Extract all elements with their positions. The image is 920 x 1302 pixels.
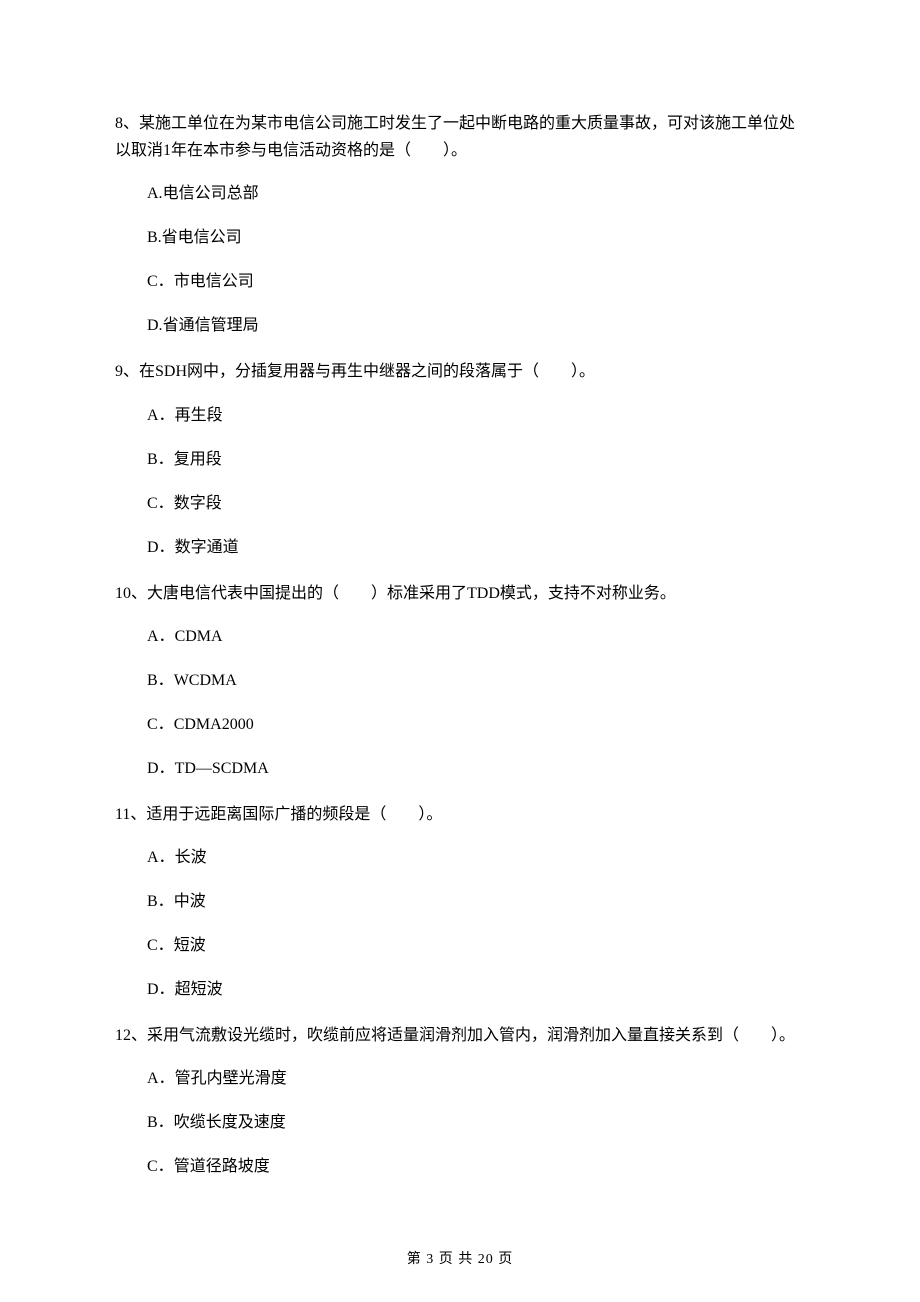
option-text: 省电信公司 xyxy=(162,229,242,246)
option-label: A． xyxy=(147,849,175,866)
option-label: B. xyxy=(147,229,162,246)
question-body: 适用于远距离国际广播的频段是（ ）。 xyxy=(146,806,442,823)
option-b: B．吹缆长度及速度 xyxy=(147,1111,805,1135)
option-label: D． xyxy=(147,539,175,556)
question-body: 采用气流敷设光缆时，吹缆前应将适量润滑剂加入管内，润滑剂加入量直接关系到（ ）。 xyxy=(147,1027,795,1044)
option-c: C．短波 xyxy=(147,934,805,958)
option-label: C． xyxy=(147,495,174,512)
option-b: B．复用段 xyxy=(147,448,805,472)
option-text: 短波 xyxy=(174,937,206,954)
option-d: D.省通信管理局 xyxy=(147,314,805,338)
option-text: 数字通道 xyxy=(175,539,239,556)
option-text: 市电信公司 xyxy=(174,273,254,290)
option-b: B．WCDMA xyxy=(147,669,805,693)
question-body: 在SDH网中，分插复用器与再生中继器之间的段落属于（ ）。 xyxy=(139,363,595,380)
option-c: C．市电信公司 xyxy=(147,270,805,294)
option-text: 吹缆长度及速度 xyxy=(174,1114,286,1131)
option-label: B． xyxy=(147,893,174,910)
option-label: B． xyxy=(147,1114,174,1131)
option-text: 再生段 xyxy=(175,407,223,424)
option-text: 长波 xyxy=(175,849,207,866)
question-text: 12、采用气流敷设光缆时，吹缆前应将适量润滑剂加入管内，润滑剂加入量直接关系到（… xyxy=(115,1022,805,1049)
option-c: C．CDMA2000 xyxy=(147,713,805,737)
option-label: C． xyxy=(147,273,174,290)
option-c: C．管道径路坡度 xyxy=(147,1155,805,1179)
option-label: B． xyxy=(147,451,174,468)
question-number: 8、 xyxy=(115,115,139,132)
question-body: 某施工单位在为某市电信公司施工时发生了一起中断电路的重大质量事故，可对该施工单位… xyxy=(115,115,795,159)
option-d: D．数字通道 xyxy=(147,536,805,560)
option-text: CDMA xyxy=(175,628,223,645)
option-label: A． xyxy=(147,628,175,645)
question-text: 9、在SDH网中，分插复用器与再生中继器之间的段落属于（ ）。 xyxy=(115,358,805,385)
question-number: 9、 xyxy=(115,363,139,380)
question-text: 11、适用于远距离国际广播的频段是（ ）。 xyxy=(115,801,805,828)
question-number: 10、 xyxy=(115,585,147,602)
question-9: 9、在SDH网中，分插复用器与再生中继器之间的段落属于（ ）。 A．再生段 B．… xyxy=(115,358,805,559)
question-10: 10、大唐电信代表中国提出的（ ）标准采用了TDD模式，支持不对称业务。 A．C… xyxy=(115,580,805,781)
option-text: 数字段 xyxy=(174,495,222,512)
question-text: 8、某施工单位在为某市电信公司施工时发生了一起中断电路的重大质量事故，可对该施工… xyxy=(115,110,805,164)
option-text: CDMA2000 xyxy=(174,716,254,733)
option-a: A．长波 xyxy=(147,846,805,870)
option-text: 管孔内壁光滑度 xyxy=(175,1070,287,1087)
option-text: 电信公司总部 xyxy=(163,185,259,202)
option-label: A. xyxy=(147,185,163,202)
option-label: B． xyxy=(147,672,174,689)
option-label: C． xyxy=(147,1158,174,1175)
option-a: A．再生段 xyxy=(147,404,805,428)
option-text: 省通信管理局 xyxy=(163,317,259,334)
option-text: 超短波 xyxy=(175,981,223,998)
option-text: 复用段 xyxy=(174,451,222,468)
option-text: TD—SCDMA xyxy=(175,760,269,777)
option-b: B.省电信公司 xyxy=(147,226,805,250)
option-a: A．管孔内壁光滑度 xyxy=(147,1067,805,1091)
option-text: WCDMA xyxy=(174,672,237,689)
option-label: C． xyxy=(147,716,174,733)
option-a: A．CDMA xyxy=(147,625,805,649)
question-8: 8、某施工单位在为某市电信公司施工时发生了一起中断电路的重大质量事故，可对该施工… xyxy=(115,110,805,338)
page-footer: 第 3 页 共 20 页 xyxy=(0,1249,920,1270)
option-text: 中波 xyxy=(174,893,206,910)
page: 8、某施工单位在为某市电信公司施工时发生了一起中断电路的重大质量事故，可对该施工… xyxy=(0,0,920,1302)
option-d: D．超短波 xyxy=(147,978,805,1002)
option-b: B．中波 xyxy=(147,890,805,914)
option-label: D. xyxy=(147,317,163,334)
option-text: 管道径路坡度 xyxy=(174,1158,270,1175)
option-label: C． xyxy=(147,937,174,954)
option-a: A.电信公司总部 xyxy=(147,182,805,206)
option-label: D． xyxy=(147,981,175,998)
question-body: 大唐电信代表中国提出的（ ）标准采用了TDD模式，支持不对称业务。 xyxy=(147,585,676,602)
question-11: 11、适用于远距离国际广播的频段是（ ）。 A．长波 B．中波 C．短波 D．超… xyxy=(115,801,805,1002)
option-label: D． xyxy=(147,760,175,777)
question-number: 11、 xyxy=(115,806,146,823)
question-12: 12、采用气流敷设光缆时，吹缆前应将适量润滑剂加入管内，润滑剂加入量直接关系到（… xyxy=(115,1022,805,1179)
option-d: D．TD—SCDMA xyxy=(147,757,805,781)
option-label: A． xyxy=(147,1070,175,1087)
option-c: C．数字段 xyxy=(147,492,805,516)
option-label: A． xyxy=(147,407,175,424)
question-text: 10、大唐电信代表中国提出的（ ）标准采用了TDD模式，支持不对称业务。 xyxy=(115,580,805,607)
question-number: 12、 xyxy=(115,1027,147,1044)
